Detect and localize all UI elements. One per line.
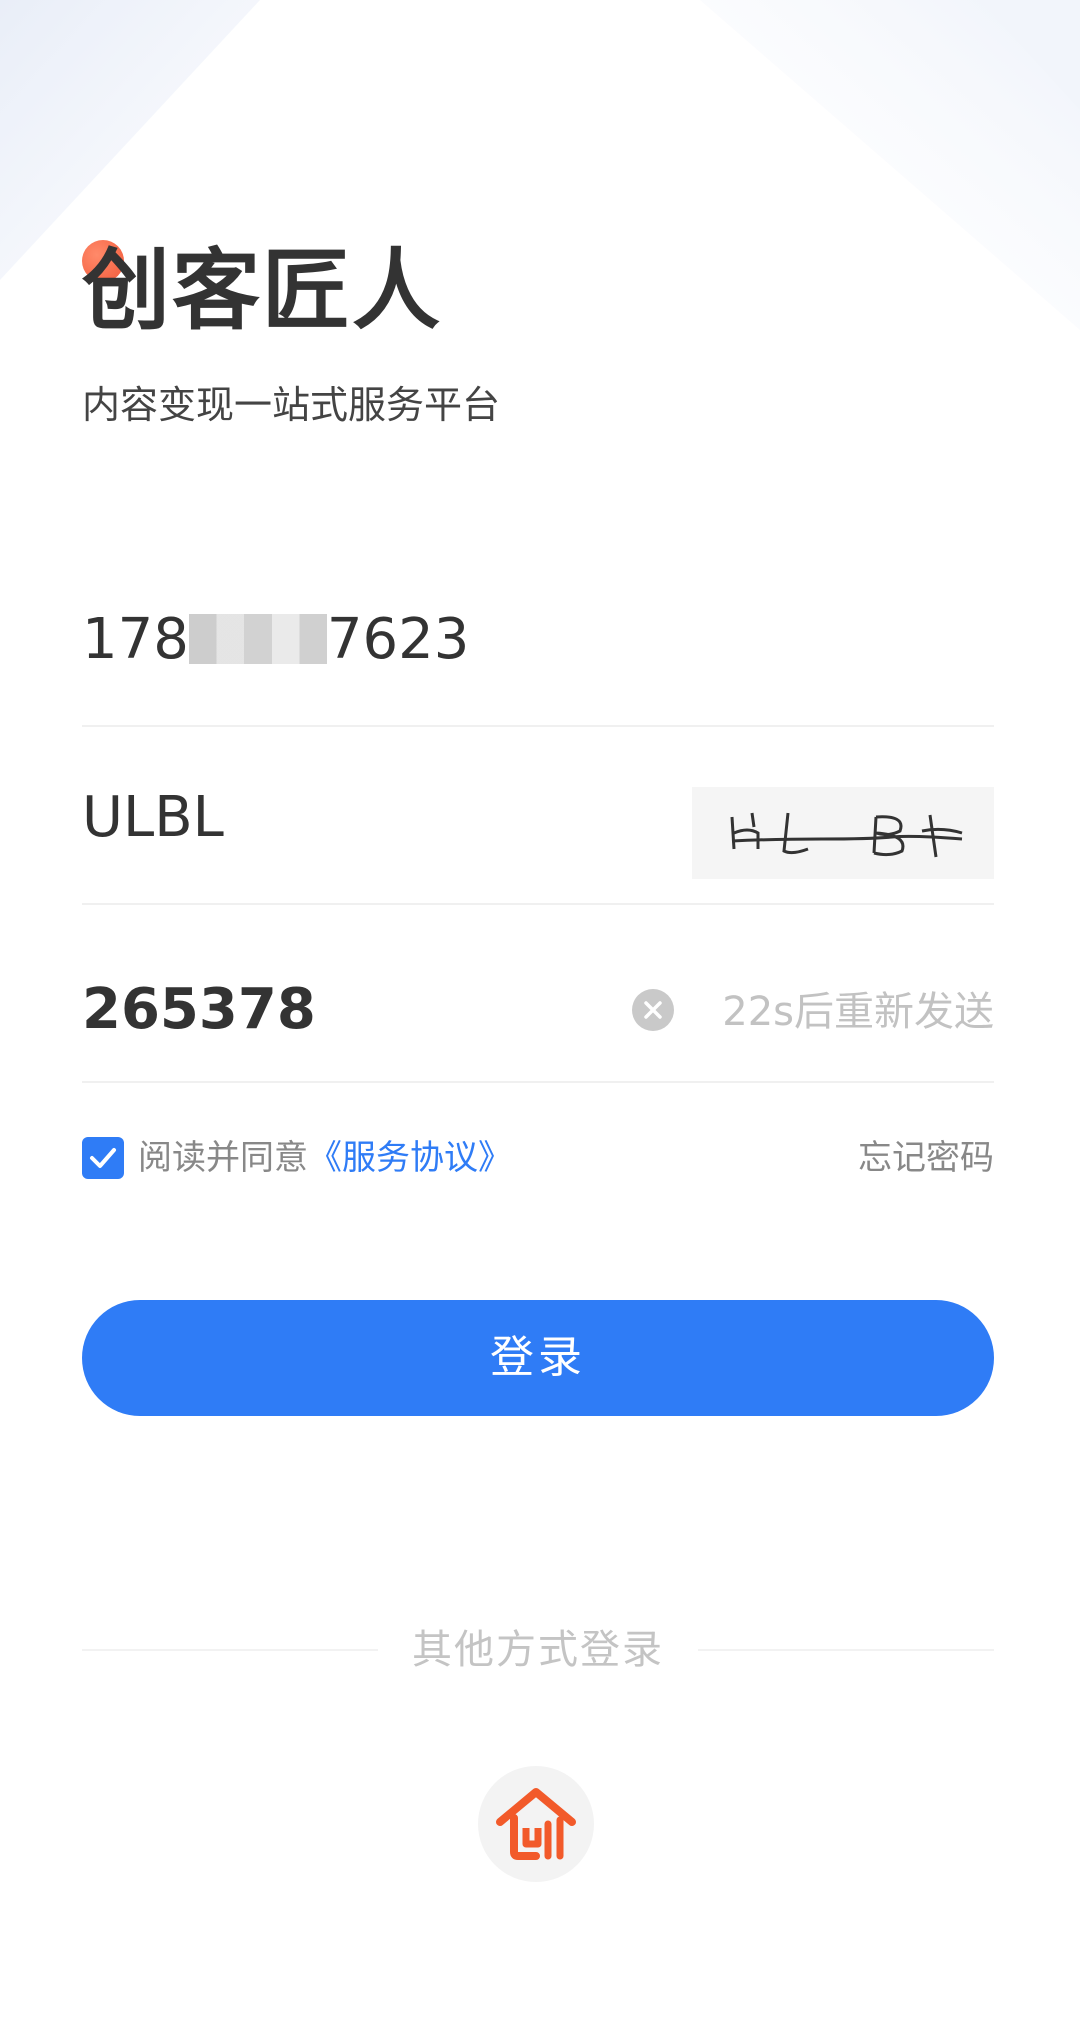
clear-icon[interactable]	[632, 989, 674, 1031]
service-agreement-link[interactable]: 《服务协议》	[308, 1138, 512, 1178]
phone-prefix: 178	[82, 607, 189, 672]
check-icon	[90, 1148, 116, 1168]
other-login-label: 其他方式登录	[412, 1627, 664, 1673]
phone-field[interactable]: 178 7623	[82, 549, 994, 727]
captcha-field[interactable]: ULBL	[82, 727, 994, 905]
captcha-input[interactable]: ULBL	[82, 783, 224, 853]
agreement-prefix: 阅读并同意	[138, 1138, 308, 1178]
agreement-text: 阅读并同意《服务协议》	[138, 1134, 512, 1182]
sms-code-field[interactable]: 265378 22s后重新发送	[82, 905, 994, 1083]
agreement-checkbox[interactable]	[82, 1137, 124, 1179]
app-logo-icon	[496, 1788, 576, 1860]
brand-subtitle: 内容变现一站式服务平台	[82, 383, 501, 427]
sms-code-input[interactable]: 265378	[82, 975, 316, 1045]
phone-number-value[interactable]: 178 7623	[82, 605, 469, 675]
resend-code-countdown[interactable]: 22s后重新发送	[722, 985, 994, 1039]
captcha-image[interactable]	[692, 787, 994, 879]
forgot-password-link[interactable]: 忘记密码	[858, 1134, 994, 1182]
brand-header: 创客匠人	[82, 236, 442, 346]
agreement-row: 阅读并同意《服务协议》 忘记密码	[82, 1134, 994, 1182]
app-login-button[interactable]	[478, 1766, 594, 1882]
phone-mask	[188, 614, 327, 664]
brand-title: 创客匠人	[82, 239, 443, 342]
background-decoration	[0, 0, 1080, 330]
captcha-scribble-icon	[730, 812, 963, 858]
other-login-divider: 其他方式登录	[82, 1620, 994, 1680]
login-button[interactable]: 登录	[82, 1300, 994, 1416]
phone-suffix: 7623	[326, 607, 470, 672]
